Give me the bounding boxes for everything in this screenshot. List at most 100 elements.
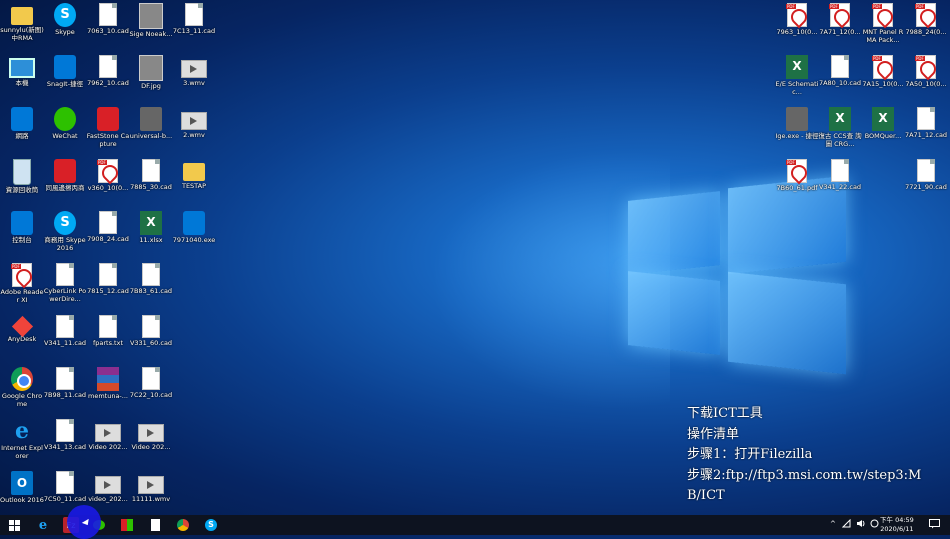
desktop-right-icon-7[interactable]: 7A50_10(0...: [904, 55, 948, 89]
taskbar-clock[interactable]: 下午 04:59 2020/6/11: [880, 516, 914, 533]
desktop-icon-38[interactable]: V341_13.cad: [43, 419, 87, 452]
file-icon: [917, 159, 935, 182]
pc-icon: [9, 58, 35, 78]
windows-start-icon[interactable]: [6, 517, 22, 533]
desktop-icon-12[interactable]: FastStone Capture: [86, 107, 130, 148]
desktop-icon-29[interactable]: AnyDesk: [0, 315, 44, 344]
desktop-icon-4[interactable]: 7C13_11.cad: [172, 3, 216, 36]
icon-label: 11.xlsx: [139, 236, 163, 244]
desktop-right-icon-4[interactable]: X E/E Schematic...: [775, 55, 819, 96]
pdf-icon: [786, 3, 807, 27]
folder-icon: [183, 163, 205, 181]
desktop-icon-20[interactable]: 控制台: [0, 211, 44, 245]
icon-label: 復古 CCS查 詢圖 CRG...: [818, 132, 862, 148]
desktop-icon-5[interactable]: 本機: [0, 55, 44, 88]
icon-label: fparts.txt: [92, 339, 123, 347]
desktop-icon-10[interactable]: 網路: [0, 107, 44, 141]
desktop-icon-35[interactable]: memtuna-...: [86, 367, 130, 401]
faststone-icon[interactable]: [119, 517, 135, 533]
desktop-right-icon-12[interactable]: 7B60_61.pdf: [775, 159, 819, 193]
desktop-icon-34[interactable]: 7B98_11.cad: [43, 367, 87, 400]
icon-label: 7963_10(0...: [776, 28, 818, 36]
skype-icon[interactable]: S: [203, 517, 219, 533]
desktop-icon-31[interactable]: fparts.txt: [86, 315, 130, 348]
desktop-icon-33[interactable]: Google Chrome: [0, 367, 44, 408]
file-icon[interactable]: [147, 517, 163, 533]
desktop-right-icon-10[interactable]: X BOMQuer...: [861, 107, 905, 141]
volume-icon[interactable]: [856, 519, 866, 530]
desktop-icon-41[interactable]: O Outlook 2016: [0, 471, 44, 505]
desktop-icon-40[interactable]: Video 202...: [129, 419, 173, 452]
chrome-icon[interactable]: [175, 517, 191, 533]
video-icon: [138, 476, 164, 494]
desktop-right-icon-9[interactable]: X 復古 CCS查 詢圖 CRG...: [818, 107, 862, 148]
desktop-right-icon-0[interactable]: 7963_10(0...: [775, 3, 819, 37]
icon-label: TESTAP: [181, 182, 207, 190]
desktop-icon-2[interactable]: 7063_10.cad: [86, 3, 130, 36]
desktop-icon-24[interactable]: 7971040.exe: [172, 211, 216, 245]
desktop-icon-16[interactable]: 同風邊擦丙商: [43, 159, 87, 193]
desktop-icon-39[interactable]: Video 202...: [86, 419, 130, 452]
green-icon: [54, 107, 76, 131]
desktop-icon-26[interactable]: CyberLink PowerDire...: [43, 263, 87, 303]
desktop-icon-8[interactable]: DF.jpg: [129, 55, 173, 91]
desktop-icon-15[interactable]: 資源回收筒: [0, 159, 44, 195]
desktop-icon-37[interactable]: e Internet Explorer: [0, 419, 44, 460]
desktop-icon-44[interactable]: 11111.wmv: [129, 471, 173, 504]
desktop-icon-30[interactable]: V341_11.cad: [43, 315, 87, 348]
desktop-right-icon-13[interactable]: V341_22.cad: [818, 159, 862, 192]
desktop-icon-3[interactable]: Sige Noeak...: [129, 3, 173, 39]
tray-chevron-icon[interactable]: ^: [830, 520, 836, 528]
icon-label: Sige Noeak...: [129, 30, 173, 38]
pdf-icon: [915, 55, 936, 79]
desktop-icon-32[interactable]: V331_60.cad: [129, 315, 173, 348]
desktop-right-icon-1[interactable]: 7A71_12(0...: [818, 3, 862, 37]
desktop-icon-13[interactable]: universal-b...: [129, 107, 173, 141]
desktop-icon-28[interactable]: 7B83_61.cad: [129, 263, 173, 296]
excel-icon: X: [872, 107, 894, 131]
desktop-icon-11[interactable]: WeChat: [43, 107, 87, 141]
pdf-icon: [872, 3, 893, 27]
desktop-icon-6[interactable]: SnagIt-捷徑: [43, 55, 87, 89]
desktop-right-icon-6[interactable]: 7A15_10(0...: [861, 55, 905, 89]
network-icon[interactable]: [841, 518, 851, 530]
desktop-icon-23[interactable]: X 11.xlsx: [129, 211, 173, 245]
desktop-icon-17[interactable]: v360_10(0...: [86, 159, 130, 193]
file-icon: [142, 159, 160, 182]
icon-label: WeChat: [52, 132, 78, 140]
internet-explorer-icon[interactable]: e: [35, 517, 51, 533]
notification-icon[interactable]: [929, 519, 940, 531]
desktop-icon-25[interactable]: Adobe Reader XI: [0, 263, 44, 304]
desktop-icon-43[interactable]: video_202...: [86, 471, 130, 504]
desktop-icon-1[interactable]: S Skype: [43, 3, 87, 37]
desktop-right-icon-8[interactable]: Ige.exe - 捷徑: [775, 107, 819, 141]
desktop-icon-22[interactable]: 7908_24.cad: [86, 211, 130, 244]
desktop-icon-14[interactable]: 2.wmv: [172, 107, 216, 140]
icon-label: DF.jpg: [141, 82, 161, 90]
app-icon: [140, 107, 162, 131]
desktop-icon-0[interactable]: sunnylu(新图)中RMA: [0, 3, 44, 42]
icon-label: E/E Schematic...: [775, 80, 819, 96]
file-icon: [185, 3, 203, 26]
winrar-icon: [97, 367, 119, 391]
desktop-icon-42[interactable]: 7C50_11.cad: [43, 471, 87, 504]
desktop-right-icon-2[interactable]: MNT Panel RMA Pack...: [861, 3, 905, 44]
file-icon: [56, 367, 74, 390]
desktop-right-icon-5[interactable]: 7A80_10.cad: [818, 55, 862, 88]
pdf-icon: [11, 263, 32, 287]
desktop-icon-9[interactable]: 3.wmv: [172, 55, 216, 88]
desktop-icon-21[interactable]: S 商務用 Skype 2016: [43, 211, 87, 252]
settings-icon[interactable]: [870, 519, 879, 530]
desktop-icon-36[interactable]: 7C22_10.cad: [129, 367, 173, 400]
desktop-right-icon-3[interactable]: 7988_24(0...: [904, 3, 948, 37]
desktop-right-icon-14[interactable]: 7721_90.cad: [904, 159, 948, 192]
icon-label: 7C50_11.cad: [43, 495, 87, 503]
icon-label: Skype: [55, 28, 75, 36]
icon-label: 7988_24(0...: [905, 28, 947, 36]
desktop-icon-19[interactable]: TESTAP: [172, 159, 216, 191]
desktop-icon-18[interactable]: 7885_30.cad: [129, 159, 173, 192]
icon-label: 同風邊擦丙商: [45, 184, 85, 192]
desktop-icon-27[interactable]: 7815_12.cad: [86, 263, 130, 296]
desktop-icon-7[interactable]: 7962_10.cad: [86, 55, 130, 88]
desktop-right-icon-11[interactable]: 7A71_12.cad: [904, 107, 948, 140]
